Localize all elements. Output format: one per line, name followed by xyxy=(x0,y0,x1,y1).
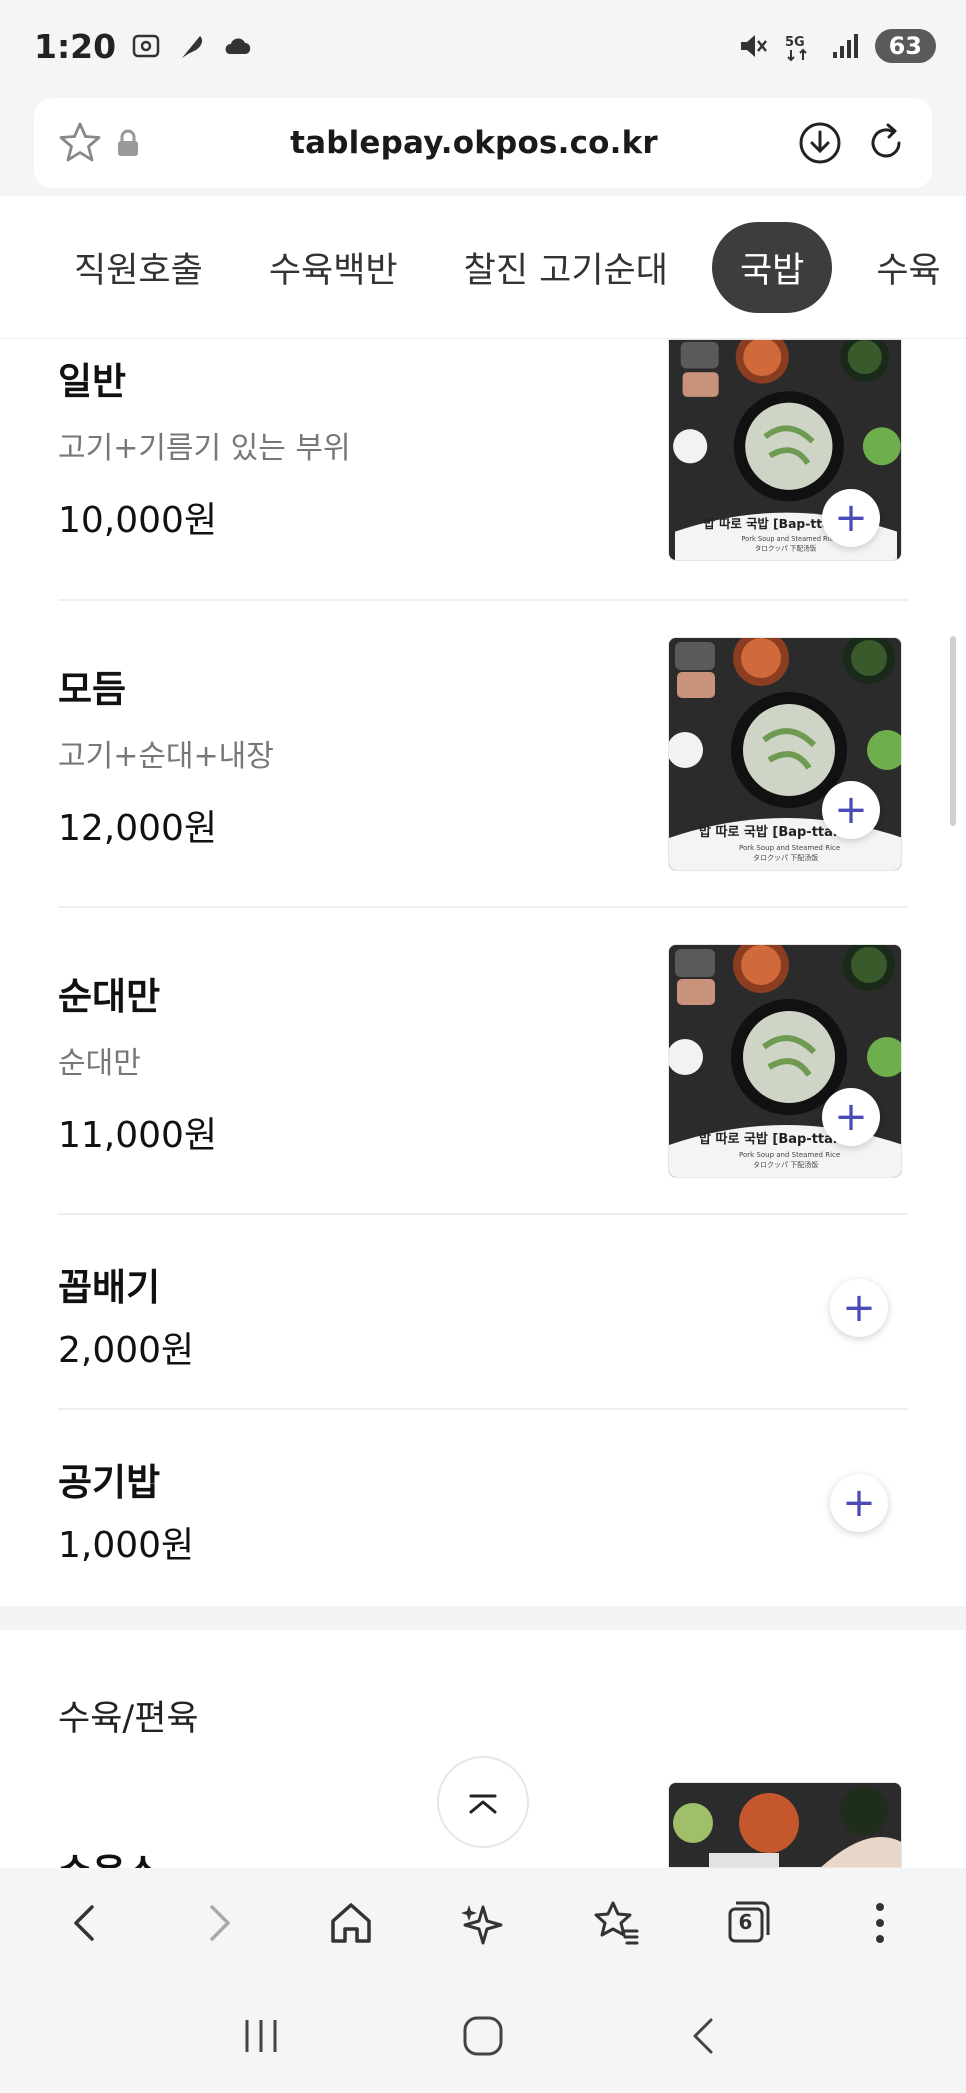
item-name: 순대만 xyxy=(58,975,161,1018)
tab-staff-call[interactable]: 직원호출 xyxy=(52,224,225,311)
status-left: 1:20 xyxy=(34,27,254,66)
menu-item[interactable]: 순대만 순대만 11,000원 밥 따로 국밥 [Bap-ttaro Pork … xyxy=(58,908,908,1215)
page-content: 직원호출 수육백반 찰진 고기순대 국밥 수육 일반 고기+기름기 있는 부위 … xyxy=(0,196,966,1868)
ai-button[interactable] xyxy=(448,1888,518,1958)
more-menu-button[interactable] xyxy=(845,1888,915,1958)
lock-icon xyxy=(104,119,152,167)
recent-apps-button[interactable] xyxy=(226,2001,296,2071)
category-tabs: 직원호출 수육백반 찰진 고기순대 국밥 수육 xyxy=(0,196,966,339)
section-title: 수육/편육 xyxy=(58,1699,199,1739)
system-home-button[interactable] xyxy=(448,2001,518,2071)
more-vertical-icon xyxy=(875,1903,884,1943)
item-price: 11,000원 xyxy=(58,1115,218,1156)
item-description: 고기+기름기 있는 부위 xyxy=(58,431,351,466)
menu-item[interactable]: 모듬 고기+순대+내장 12,000원 밥 따로 국밥 [Bap-ttaro P… xyxy=(58,601,908,908)
status-time: 1:20 xyxy=(34,26,117,66)
screenshot-icon xyxy=(132,34,160,58)
add-item-button[interactable]: + xyxy=(822,1088,880,1146)
status-bar: 1:20 5G 63 xyxy=(0,0,966,92)
recent-apps-icon xyxy=(245,2019,277,2052)
svg-text:タロクッパ 下配汤饭: タロクッパ 下配汤饭 xyxy=(755,544,817,553)
section-divider xyxy=(0,1606,966,1630)
item-name: 일반 xyxy=(58,360,127,403)
reload-icon[interactable] xyxy=(862,119,910,167)
gukbap-image: 밥 따로 국밥 [Bap-ttaro Pork Soup and Steamed… xyxy=(669,638,901,870)
system-back-button[interactable] xyxy=(670,2001,740,2071)
download-icon[interactable] xyxy=(796,119,844,167)
bookmark-star-icon[interactable] xyxy=(56,119,104,167)
chevron-left-icon xyxy=(74,1905,94,1941)
battery-indicator: 63 xyxy=(874,29,936,63)
item-price: 10,000원 xyxy=(58,500,218,541)
tab-gukbap[interactable]: 국밥 xyxy=(711,221,833,313)
url-text[interactable]: tablepay.okpos.co.kr xyxy=(152,125,796,161)
address-bar[interactable]: tablepay.okpos.co.kr xyxy=(34,98,932,188)
add-item-button[interactable]: + xyxy=(822,489,880,547)
item-price: 12,000원 xyxy=(58,808,218,849)
item-price: 2,000원 xyxy=(58,1330,195,1371)
item-name: 공기밥 xyxy=(58,1461,161,1504)
item-name-partial: 수육소 xyxy=(58,1842,160,1868)
home-circle-icon xyxy=(463,2016,503,2055)
add-item-button[interactable]: + xyxy=(830,1474,888,1532)
svg-text:밥 따로 국밥 [Bap-ttaro: 밥 따로 국밥 [Bap-ttaro xyxy=(699,824,848,840)
item-name: 모듬 xyxy=(58,668,127,711)
tab-suyuk-baekban[interactable]: 수육백반 xyxy=(247,224,420,311)
bookmarks-button[interactable] xyxy=(580,1888,650,1958)
tab-suyuk[interactable]: 수육 xyxy=(854,224,962,311)
svg-text:5G: 5G xyxy=(785,35,805,50)
chevron-right-icon xyxy=(210,1905,231,1941)
tabs-button[interactable]: 6 xyxy=(713,1888,783,1958)
scroll-to-top-button[interactable] xyxy=(437,1756,529,1848)
feather-icon xyxy=(182,36,203,58)
mute-icon xyxy=(740,35,767,57)
item-description: 고기+순대+내장 xyxy=(58,739,274,774)
home-icon xyxy=(330,1903,371,1943)
sparkle-icon xyxy=(460,1905,503,1945)
back-arrow-icon xyxy=(693,2018,713,2053)
suyuk-image xyxy=(669,1783,901,1867)
forward-button[interactable] xyxy=(183,1888,253,1958)
home-button[interactable] xyxy=(316,1888,386,1958)
food-image-partial xyxy=(668,1782,902,1868)
menu-item[interactable]: 꼽배기 2,000원 + xyxy=(58,1215,908,1410)
chevron-up-icon xyxy=(469,1794,497,1814)
tab-sundae[interactable]: 찰진 고기순대 xyxy=(442,224,690,311)
gukbap-image: 밥 따로 국밥 [Bap-ttaro Pork Soup and Steamed… xyxy=(669,945,901,1177)
back-button[interactable] xyxy=(51,1888,121,1958)
item-name: 꼽배기 xyxy=(58,1266,161,1309)
5g-icon: 5G xyxy=(785,35,807,62)
add-item-button[interactable]: + xyxy=(830,1279,888,1337)
svg-text:Pork Soup and Steamed Rice: Pork Soup and Steamed Rice xyxy=(739,1151,840,1159)
svg-text:タロクッパ 下配汤饭: タロクッパ 下配汤饭 xyxy=(753,1160,818,1169)
system-navigation xyxy=(0,1978,966,2093)
item-price: 1,000원 xyxy=(58,1525,195,1566)
browser-toolbar: 6 xyxy=(0,1868,966,1978)
item-description: 순대만 xyxy=(58,1046,141,1081)
menu-item[interactable]: 공기밥 1,000원 + xyxy=(58,1410,908,1605)
svg-text:Pork Soup and Steamed Rice: Pork Soup and Steamed Rice xyxy=(739,844,840,852)
svg-text:Pork Soup and Steamed Rice: Pork Soup and Steamed Rice xyxy=(741,535,837,543)
cloud-icon xyxy=(225,38,251,54)
svg-text:밥 따로 국밥 [Bap-ttaro: 밥 따로 국밥 [Bap-ttaro xyxy=(699,1131,848,1147)
signal-icon xyxy=(832,34,858,58)
food-image: 밥 따로 국밥 [Bap-ttaro Pork Soup and Steamed… xyxy=(668,637,902,871)
scrollbar[interactable] xyxy=(950,636,956,826)
bookmarks-icon xyxy=(594,1901,639,1945)
add-item-button[interactable]: + xyxy=(822,781,880,839)
tab-count: 6 xyxy=(738,1910,753,1934)
svg-text:タロクッパ 下配汤饭: タロクッパ 下配汤饭 xyxy=(753,853,818,862)
menu-item[interactable]: 일반 고기+기름기 있는 부위 10,000원 밥 따로 국밥 [Bap-tta… xyxy=(58,339,908,601)
food-image: 밥 따로 국밥 [Bap-ttaro Pork Soup and Steamed… xyxy=(668,944,902,1178)
status-right: 5G 63 xyxy=(737,29,936,63)
menu-list: 일반 고기+기름기 있는 부위 10,000원 밥 따로 국밥 [Bap-tta… xyxy=(0,339,966,1605)
